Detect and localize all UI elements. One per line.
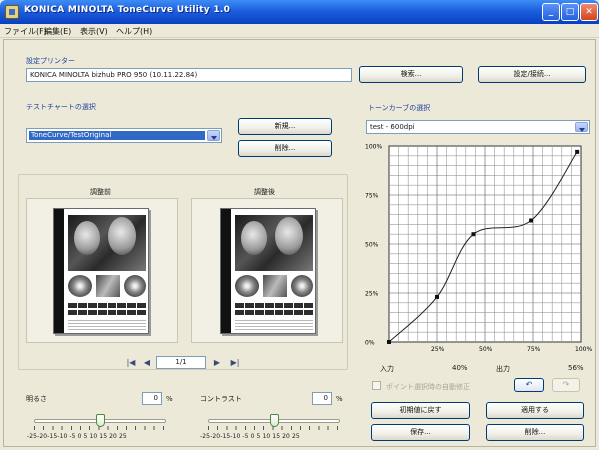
title-bar: KONICA MINOLTA ToneCurve Utility 1.0 _ □…: [0, 0, 599, 24]
swatch-row: [68, 303, 146, 308]
curve-point[interactable]: [529, 218, 534, 223]
redo-button[interactable]: ↷: [552, 378, 580, 392]
search-button[interactable]: 検索...: [359, 66, 463, 83]
minimize-button[interactable]: _: [542, 3, 560, 21]
page-thumbnail: [53, 208, 149, 334]
tone-file-selected: ToneCurve/TestOriginal: [29, 131, 205, 140]
tone-file-select[interactable]: ToneCurve/TestOriginal: [26, 128, 222, 143]
curve-point[interactable]: [575, 149, 580, 154]
page-strip: [221, 209, 231, 333]
delete-tone-button[interactable]: 削除...: [238, 140, 332, 157]
curve-point[interactable]: [435, 294, 439, 299]
y-tick-label: 75%: [365, 193, 379, 200]
contrast-input[interactable]: 0: [312, 392, 332, 405]
brightness-unit: %: [166, 395, 173, 403]
text-block: [68, 318, 146, 331]
contrast-ticks: [208, 426, 341, 430]
contrast-unit: %: [336, 395, 343, 403]
printer-label: 設定プリンター: [26, 57, 75, 65]
face-right: [108, 217, 136, 255]
app-icon: [5, 5, 19, 19]
small-photo: [263, 275, 287, 297]
last-page-button[interactable]: ▶|: [228, 356, 242, 369]
input-value: 40%: [452, 364, 468, 372]
face-left: [241, 221, 267, 255]
output-value: 56%: [568, 364, 584, 372]
before-label: 調整前: [90, 188, 111, 196]
flower-photo: [235, 275, 259, 297]
menu-bar: ファイル(F) 編集(E) 表示(V) ヘルプ(H): [0, 24, 599, 38]
reset-button[interactable]: 初期値に戻す: [371, 402, 470, 419]
apply-button[interactable]: 適用する: [486, 402, 584, 419]
curve-label: トーンカーブの選択: [368, 104, 431, 112]
portrait-photo: [235, 215, 313, 271]
curve-point[interactable]: [471, 232, 476, 237]
contrast-scale: -25-20-15-10 -5 0 5 10 15 20 25: [200, 433, 300, 440]
curve-select[interactable]: test - 600dpi: [366, 120, 590, 134]
first-page-button[interactable]: |◀: [124, 356, 138, 369]
y-tick-label: 25%: [365, 291, 379, 298]
window-title: KONICA MINOLTA ToneCurve Utility 1.0: [24, 5, 231, 15]
tone-curve-graph[interactable]: 100% 75% 50% 25% 0% 25% 50% 75% 100%: [362, 140, 592, 368]
after-label: 調整後: [254, 188, 275, 196]
menu-help[interactable]: ヘルプ(H): [116, 26, 152, 37]
portrait-photo: [68, 215, 146, 271]
face-left: [74, 221, 100, 255]
output-label: 出力: [496, 365, 510, 373]
new-button[interactable]: 新規...: [238, 118, 332, 135]
text-block: [235, 318, 313, 331]
undo-button[interactable]: ↶: [514, 378, 544, 392]
curve-point[interactable]: [387, 340, 391, 344]
brightness-label: 明るさ: [26, 395, 47, 403]
auto-correct-checkbox[interactable]: [372, 381, 381, 390]
face-right: [275, 217, 303, 255]
y-tick-label: 100%: [365, 144, 382, 151]
printer-field[interactable]: KONICA MINOLTA bizhub PRO 950 (10.11.22.…: [26, 68, 352, 82]
y-tick-label: 0%: [365, 340, 375, 347]
swatch-row: [68, 310, 146, 315]
page-indicator[interactable]: 1/1: [156, 356, 206, 369]
page-thumbnail: [220, 208, 316, 334]
curve-selected: test - 600dpi: [370, 123, 415, 131]
auto-correct-label: ポイント選択時の自動修正: [386, 383, 470, 391]
save-button[interactable]: 保存...: [371, 424, 470, 441]
maximize-button[interactable]: □: [561, 3, 579, 21]
y-tick-label: 50%: [365, 242, 379, 249]
contrast-label: コントラスト: [200, 395, 242, 403]
page-strip: [54, 209, 64, 333]
x-tick-label: 75%: [527, 346, 541, 353]
swatch-row: [235, 310, 313, 315]
menu-file[interactable]: ファイル(F): [4, 26, 47, 37]
chevron-down-icon[interactable]: [207, 130, 220, 141]
preview-before: [26, 198, 178, 343]
brightness-scale: -25-20-15-10 -5 0 5 10 15 20 25: [27, 433, 127, 440]
x-tick-label: 50%: [479, 346, 493, 353]
prev-page-button[interactable]: ◀: [140, 356, 154, 369]
brightness-input[interactable]: 0: [142, 392, 162, 405]
flower-photo: [68, 275, 92, 297]
tone-file-label: テストチャートの選択: [26, 103, 96, 111]
swatch-row: [235, 303, 313, 308]
menu-view[interactable]: 表示(V): [80, 26, 108, 37]
flower-photo: [124, 275, 146, 297]
preview-after: [191, 198, 343, 343]
menu-edit[interactable]: 編集(E): [44, 26, 71, 37]
flower-photo: [291, 275, 313, 297]
x-tick-label: 100%: [575, 346, 592, 353]
chevron-down-icon[interactable]: [575, 122, 588, 132]
close-button[interactable]: ✕: [580, 3, 598, 21]
x-tick-label: 25%: [431, 346, 445, 353]
printer-settings-button[interactable]: 設定/接続...: [478, 66, 586, 83]
brightness-ticks: [34, 426, 167, 430]
next-page-button[interactable]: ▶: [210, 356, 224, 369]
input-label: 入力: [380, 365, 394, 373]
small-photo: [96, 275, 120, 297]
remove-button[interactable]: 削除...: [486, 424, 584, 441]
